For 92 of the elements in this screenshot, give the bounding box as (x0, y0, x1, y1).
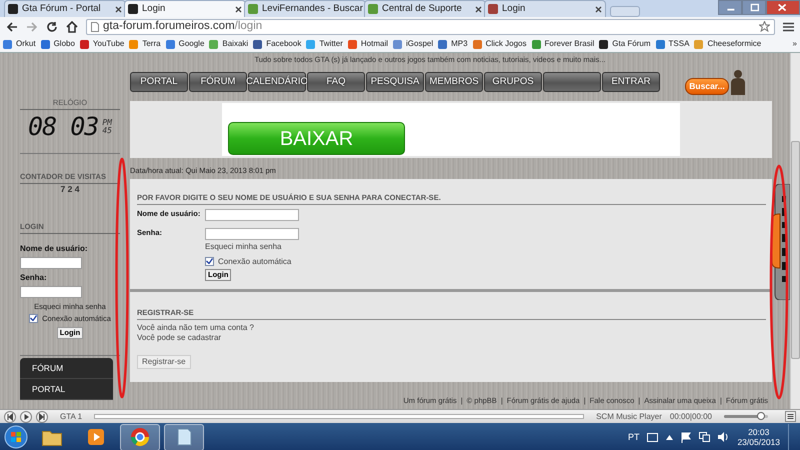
network-icon[interactable] (699, 432, 710, 442)
browser-tab[interactable]: Central de Suporte (364, 0, 486, 17)
auto-login-checkbox[interactable] (205, 256, 214, 266)
nav-tab[interactable]: PORTAL (130, 72, 188, 92)
bookmark-link[interactable]: Orkut (3, 39, 36, 49)
maximize-button[interactable] (742, 0, 766, 15)
register-button[interactable]: Registrar-se (137, 355, 191, 369)
clock-time: 08 03 (28, 114, 98, 139)
auto-login-checkbox[interactable] (29, 314, 38, 323)
star-icon[interactable] (759, 21, 770, 32)
bookmark-link[interactable]: YouTube (80, 39, 124, 49)
bookmark-link[interactable]: TSSA (656, 39, 690, 49)
player-name: SCM Music Player (596, 412, 662, 422)
browser-icon (128, 425, 152, 449)
start-button[interactable] (4, 425, 28, 449)
player-time: 00:00|00:00 (670, 412, 712, 422)
bookmark-link[interactable]: Forever Brasil (532, 39, 594, 49)
register-text: Você ainda não tem uma conta ? (137, 323, 255, 333)
bookmark-link[interactable]: Facebook (253, 39, 302, 49)
bookmark-link[interactable]: Baixaki (209, 39, 248, 49)
clock-ampm: PM (102, 118, 112, 126)
sidebar-menu-item[interactable]: FÓRUM (20, 358, 113, 379)
bookmark-link[interactable]: Terra (129, 39, 161, 49)
keyboard-icon[interactable] (647, 432, 658, 442)
browser-tab[interactable]: Login (124, 0, 246, 17)
register-text: Você pode se cadastrar (137, 332, 222, 342)
checkmark-icon (30, 315, 38, 322)
bookmark-link[interactable]: Cheeseformice (694, 39, 762, 49)
username-label: Nome de usuário: (20, 244, 89, 254)
nav-tab[interactable]: PESQUISA (366, 72, 424, 92)
back-icon[interactable] (6, 20, 18, 32)
nav-tab[interactable]: GRUPOS (484, 72, 542, 92)
home-icon[interactable] (66, 20, 78, 32)
bookmark-link[interactable]: iGospel (393, 39, 434, 49)
previous-button[interactable] (4, 410, 16, 422)
checkmark-icon (206, 258, 213, 264)
close-icon[interactable] (115, 6, 122, 12)
browser-tab[interactable]: Login (484, 0, 606, 17)
next-button[interactable] (36, 410, 48, 422)
volume-slider[interactable] (724, 415, 768, 418)
bookmark-link[interactable]: Hotmail (348, 39, 388, 49)
close-icon[interactable] (235, 6, 242, 12)
clock-seconds: 45 (102, 126, 112, 134)
media-player-icon (88, 429, 104, 445)
scrollbar[interactable] (790, 53, 800, 409)
bookmark-link[interactable]: Globo (40, 39, 75, 49)
reload-icon[interactable] (46, 20, 58, 32)
password-input[interactable] (205, 228, 299, 240)
nav-tab[interactable]: MEMBROS (425, 72, 483, 92)
sidebar-menu-item[interactable]: PORTAL (20, 378, 113, 400)
password-label: Senha: (20, 273, 48, 283)
playlist-menu-icon[interactable] (785, 411, 796, 422)
browser-tab[interactable]: LeviFernandes - Buscar (244, 0, 366, 17)
username-input[interactable] (205, 209, 299, 221)
play-button[interactable] (20, 410, 32, 422)
username-input[interactable] (20, 256, 82, 269)
nav-tab[interactable]: FÓRUM (189, 72, 247, 92)
forgot-password-link[interactable]: Esqueci minha senha (205, 242, 282, 252)
volume-thumb[interactable] (757, 412, 766, 420)
bookmark-link[interactable]: MP3 (438, 39, 468, 49)
visit-count: 7 2 4 (60, 184, 80, 194)
nav-tab[interactable]: CALENDÁRIO (248, 72, 306, 92)
scrollbar-thumb[interactable] (791, 141, 800, 359)
folder-icon (42, 428, 62, 446)
taskbar-date[interactable]: 23/05/2013 (737, 437, 780, 448)
language-indicator[interactable]: PT (628, 432, 640, 442)
auto-login-label: Conexão automática (218, 256, 292, 266)
nav-tab[interactable]: FAQ (307, 72, 365, 92)
menu-icon[interactable] (783, 22, 794, 32)
close-button[interactable] (766, 0, 800, 15)
taskbar-app[interactable] (120, 424, 160, 450)
taskbar-time[interactable]: 20:03 (748, 426, 770, 437)
password-input[interactable] (20, 286, 82, 298)
bookmark-link[interactable]: Twitter (306, 39, 343, 49)
close-icon[interactable] (475, 6, 482, 12)
close-icon[interactable] (595, 6, 602, 12)
address-bar[interactable]: gta-forum.forumeiros.com/login (86, 18, 775, 34)
more-bookmarks-button[interactable]: » (792, 39, 797, 49)
bookmark-link[interactable]: Gta Fórum (599, 39, 651, 49)
nav-tab-blank (543, 72, 601, 92)
track-name: GTA 1 (60, 412, 82, 422)
page-icon (91, 22, 99, 32)
flag-icon[interactable] (681, 432, 692, 442)
nav-tab[interactable]: ENTRAR (602, 72, 660, 92)
person-silhouette-icon (729, 69, 747, 95)
bookmark-link[interactable]: Google (166, 39, 204, 49)
minimize-button[interactable] (718, 0, 742, 15)
speaker-icon[interactable] (718, 432, 730, 442)
bookmark-link[interactable]: Click Jogos (472, 39, 526, 49)
browser-tab[interactable]: Gta Fórum - Portal (4, 0, 126, 17)
taskbar-app[interactable] (164, 424, 204, 450)
show-hidden-icons-icon[interactable] (666, 434, 674, 440)
